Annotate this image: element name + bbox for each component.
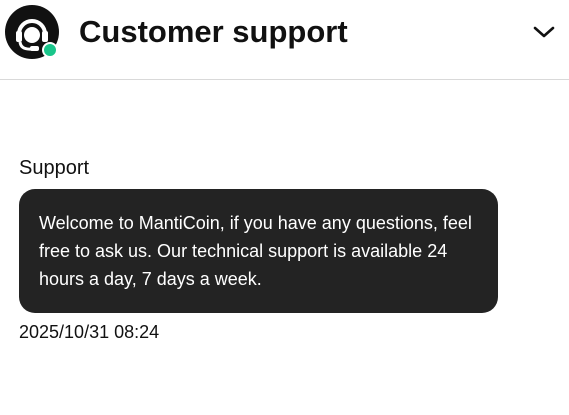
chat-window: Customer support Support Welcome to Mant… [0,0,569,415]
chat-header: Customer support [0,0,569,80]
message-sender: Support [19,157,90,179]
header-title: Customer support [79,14,348,49]
message-text: Welcome to MantiCoin, if you have any qu… [39,213,472,289]
chevron-down-icon [533,26,555,38]
message-timestamp: 2025/10/31 08:24 [19,322,160,342]
collapse-chat-button[interactable] [528,18,560,46]
online-status-indicator [42,42,58,58]
message-bubble: Welcome to MantiCoin, if you have any qu… [19,189,498,313]
message-list: Support Welcome to MantiCoin, if you hav… [0,80,569,415]
support-avatar [5,5,59,59]
